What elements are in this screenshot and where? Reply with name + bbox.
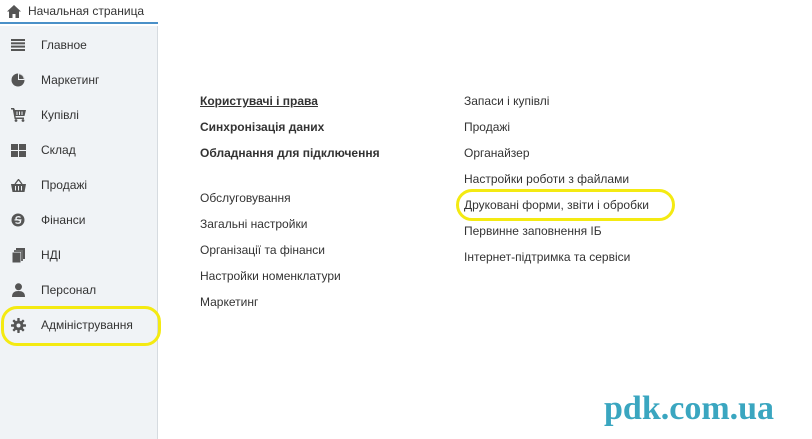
sidebar-item-label: Маркетинг — [41, 73, 100, 87]
menu-lines-icon — [10, 37, 26, 53]
sidebar-item-sales[interactable]: Продажі — [0, 168, 158, 202]
home-tab-label: Начальная страница — [28, 4, 145, 18]
sidebar-item-administration[interactable]: Адміністрування — [0, 308, 158, 342]
link-print-forms-reports[interactable]: Друковані форми, звіти і обробки — [464, 198, 649, 212]
sidebar-item-personnel[interactable]: Персонал — [0, 273, 158, 307]
basket-icon — [10, 177, 26, 193]
pie-chart-icon — [10, 72, 26, 88]
cart-icon — [10, 107, 26, 123]
sidebar: Главное Маркетинг Купівлі Склад Продажі … — [0, 26, 158, 439]
sidebar-item-purchases[interactable]: Купівлі — [0, 98, 158, 132]
link-initial-fill[interactable]: Первинне заповнення ІБ — [464, 224, 602, 238]
link-file-settings[interactable]: Настройки роботи з файлами — [464, 172, 629, 186]
link-data-sync[interactable]: Синхронізація даних — [200, 120, 324, 134]
sidebar-item-marketing[interactable]: Маркетинг — [0, 63, 158, 97]
sidebar-item-label: Адміністрування — [41, 318, 133, 332]
sidebar-item-finance[interactable]: Фінанси — [0, 203, 158, 237]
home-tab[interactable]: Начальная страница — [0, 0, 158, 24]
coin-icon — [10, 212, 26, 228]
link-marketing[interactable]: Маркетинг — [200, 295, 258, 309]
sidebar-item-warehouse[interactable]: Склад — [0, 133, 158, 167]
sidebar-item-label: НДІ — [41, 248, 62, 262]
link-sales[interactable]: Продажі — [464, 120, 510, 134]
sidebar-item-label: Продажі — [41, 178, 88, 192]
watermark: pdk.com.ua — [604, 390, 775, 427]
sidebar-item-label: Фінанси — [41, 213, 86, 227]
link-organizations-finance[interactable]: Організації та фінанси — [200, 243, 325, 257]
grid-icon — [10, 142, 26, 158]
link-maintenance[interactable]: Обслуговування — [200, 191, 291, 205]
sidebar-item-label: Купівлі — [41, 108, 79, 122]
link-users-rights[interactable]: Користувачі і права — [200, 94, 318, 108]
home-icon — [6, 3, 22, 19]
sidebar-item-ndi[interactable]: НДІ — [0, 238, 158, 272]
link-connected-equipment[interactable]: Обладнання для підключення — [200, 146, 380, 160]
link-general-settings[interactable]: Загальні настройки — [200, 217, 307, 231]
gear-icon — [10, 317, 26, 333]
sidebar-item-label: Персонал — [41, 283, 97, 297]
sidebar-item-label: Склад — [41, 143, 76, 157]
sidebar-item-label: Главное — [41, 38, 87, 52]
link-nomenclature-settings[interactable]: Настройки номенклатури — [200, 269, 341, 283]
link-internet-support[interactable]: Інтернет-підтримка та сервіси — [464, 250, 630, 264]
person-icon — [10, 282, 26, 298]
books-icon — [10, 247, 26, 263]
link-stock-purchases[interactable]: Запаси і купівлі — [464, 94, 549, 108]
link-organizer[interactable]: Органайзер — [464, 146, 530, 160]
sidebar-item-main[interactable]: Главное — [0, 28, 158, 62]
